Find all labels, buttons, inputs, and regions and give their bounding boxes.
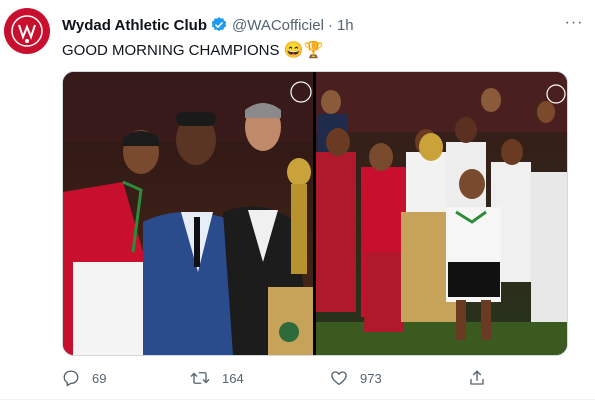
- reply-button[interactable]: 69: [62, 364, 106, 392]
- author-name[interactable]: Wydad Athletic Club: [62, 17, 207, 34]
- photo-2-image: [316, 72, 567, 355]
- heart-icon: [331, 371, 347, 386]
- reply-count: 69: [92, 370, 107, 386]
- photo-2[interactable]: [316, 72, 567, 355]
- more-options-icon[interactable]: ···: [563, 12, 585, 34]
- retweet-icon: [190, 372, 210, 384]
- action-bar: 69 164 973: [62, 364, 502, 392]
- timestamp[interactable]: 1h: [337, 17, 354, 34]
- media-grid: [62, 71, 568, 356]
- verified-badge-icon: [210, 16, 228, 34]
- separator-dot: ·: [327, 16, 333, 34]
- tweet[interactable]: Wydad Athletic Club @WACofficiel · 1h ··…: [0, 0, 595, 406]
- share-icon: [470, 370, 484, 385]
- tweet-text-content: GOOD MORNING CHAMPIONS: [62, 41, 280, 59]
- avatar[interactable]: [4, 8, 50, 54]
- tweet-emojis: 😄🏆: [283, 42, 324, 59]
- retweet-button[interactable]: 164: [190, 364, 244, 392]
- wac-logo-icon: [11, 15, 43, 47]
- share-button[interactable]: [468, 364, 498, 392]
- tweet-text: GOOD MORNING CHAMPIONS 😄🏆: [62, 40, 323, 60]
- photo-1-image: [63, 72, 313, 355]
- like-button[interactable]: 973: [330, 364, 382, 392]
- author-handle[interactable]: @WACofficiel: [232, 17, 324, 34]
- divider: [0, 399, 595, 400]
- reply-icon: [63, 370, 79, 387]
- retweet-count: 164: [222, 370, 244, 386]
- tweet-header: Wydad Athletic Club @WACofficiel · 1h: [62, 16, 354, 34]
- photo-1[interactable]: [63, 72, 313, 355]
- like-count: 973: [360, 370, 382, 386]
